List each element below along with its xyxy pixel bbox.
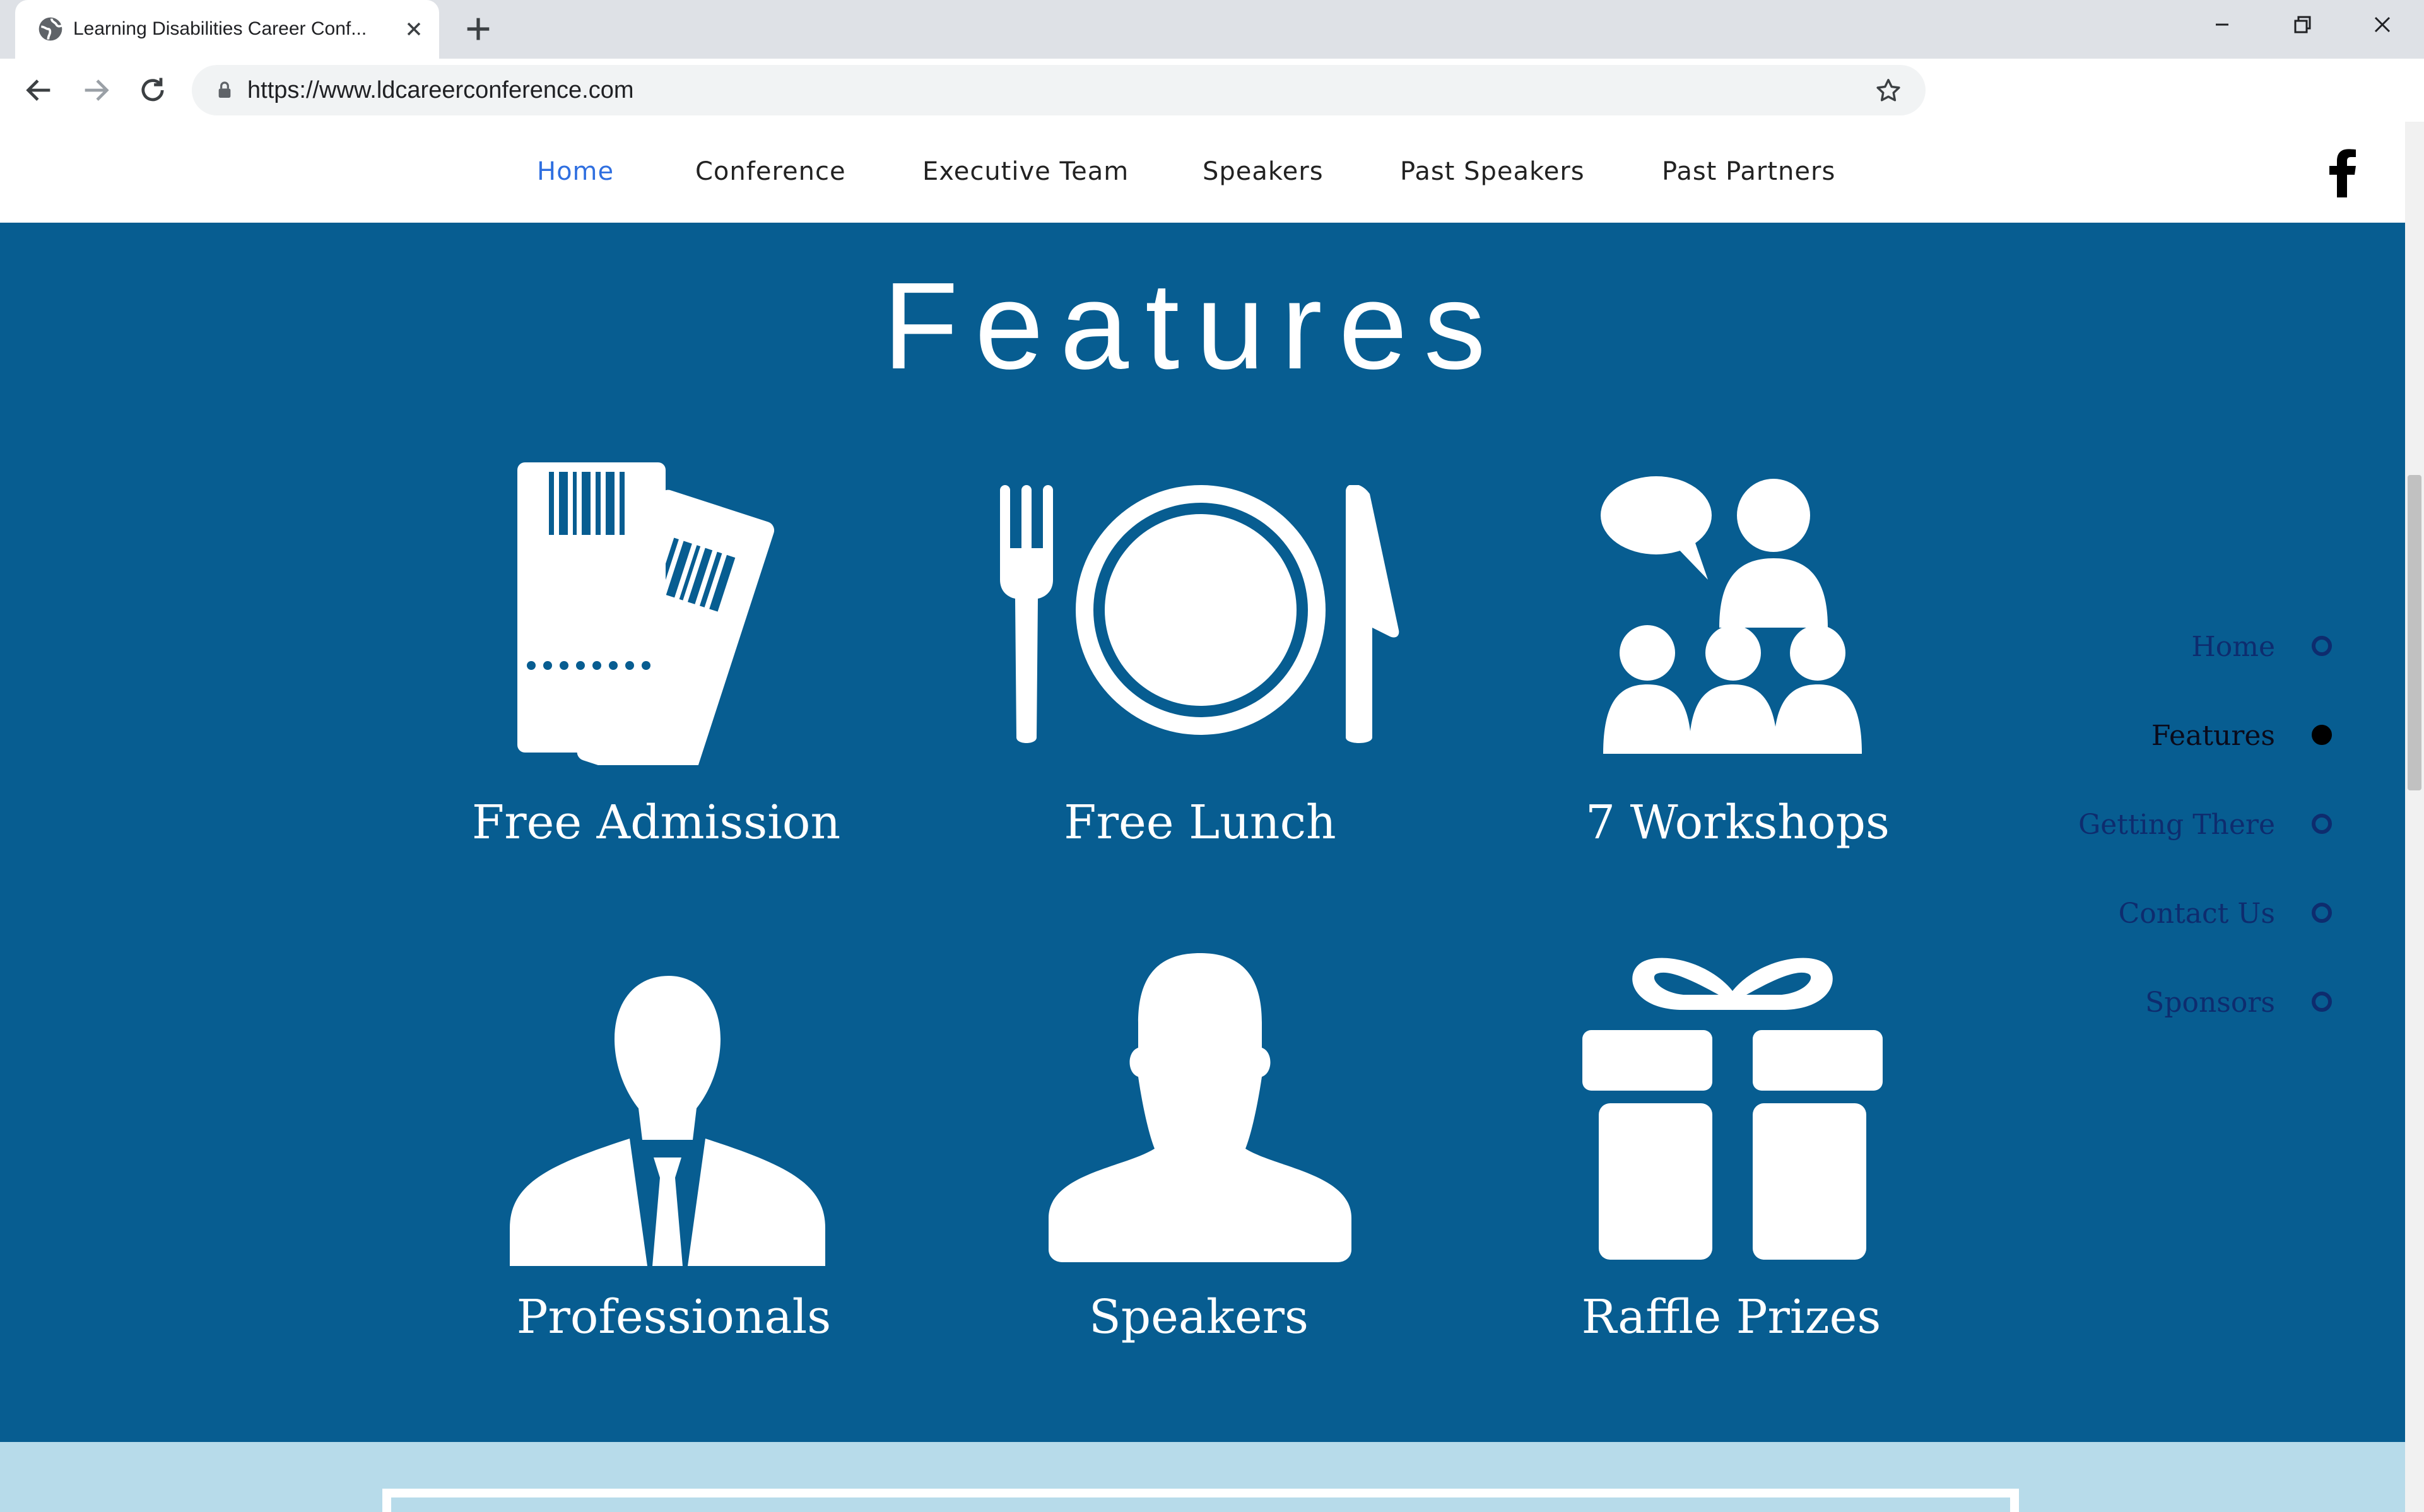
side-nav-label: Sponsors: [2145, 987, 2275, 1019]
side-nav-dot: [2312, 992, 2332, 1012]
person-silhouette-icon: [1049, 953, 1351, 1262]
nav-executive-team[interactable]: Executive Team: [922, 156, 1129, 187]
scrollbar-thumb[interactable]: [2408, 475, 2421, 790]
nav-conference[interactable]: Conference: [695, 156, 846, 187]
close-window-icon[interactable]: [2363, 9, 2401, 40]
browser-tab[interactable]: Learning Disabilities Career Conf...: [15, 0, 439, 59]
forward-arrow-icon[interactable]: [79, 74, 112, 107]
side-nav-label: Contact Us: [2118, 898, 2275, 930]
side-nav-sponsors[interactable]: Sponsors: [1956, 984, 2332, 1022]
side-nav-dot: [2312, 814, 2332, 834]
close-tab-icon[interactable]: [403, 18, 425, 40]
facebook-icon[interactable]: [2327, 147, 2358, 197]
tab-strip: Learning Disabilities Career Conf...: [0, 0, 2424, 59]
features-section: Features Free Admission Free Lunch 7 Wor…: [0, 223, 2405, 1442]
nav-home[interactable]: Home: [537, 156, 614, 187]
globe-icon: [38, 17, 63, 41]
new-tab-icon[interactable]: [462, 13, 495, 45]
section-title: Features: [883, 257, 1502, 395]
next-section: [0, 1442, 2405, 1512]
side-nav-dot: [2312, 725, 2332, 745]
side-nav-label: Getting There: [2078, 809, 2275, 841]
feature-label-professionals: Professionals: [516, 1290, 832, 1344]
side-nav-dot: [2312, 636, 2332, 656]
back-arrow-icon[interactable]: [23, 74, 56, 107]
browser-toolbar: https://www.ldcareerconference.com: [0, 59, 2424, 122]
side-nav-label: Features: [2151, 720, 2275, 752]
tab-title: Learning Disabilities Career Conf...: [73, 18, 367, 39]
feature-label-free-admission: Free Admission: [471, 795, 841, 850]
nav-past-speakers[interactable]: Past Speakers: [1400, 156, 1585, 187]
feature-label-free-lunch: Free Lunch: [1064, 795, 1336, 850]
nav-speakers[interactable]: Speakers: [1203, 156, 1324, 187]
side-nav-features[interactable]: Features: [1956, 717, 2332, 755]
side-nav-home[interactable]: Home: [1956, 628, 2332, 666]
bookmark-star-icon[interactable]: [1874, 76, 1903, 105]
feature-label-raffle-prizes: Raffle Prizes: [1581, 1290, 1881, 1344]
plate-fork-knife-icon: [1000, 485, 1399, 743]
feature-label-speakers: Speakers: [1089, 1290, 1309, 1344]
minimize-icon[interactable]: [2203, 9, 2241, 40]
side-nav-dot: [2312, 903, 2332, 923]
workshop-audience-icon: [1601, 476, 1862, 754]
browser-window: Learning Disabilities Career Conf... htt…: [0, 0, 2424, 1512]
nav-past-partners[interactable]: Past Partners: [1662, 156, 1835, 187]
address-bar[interactable]: https://www.ldcareerconference.com: [192, 65, 1926, 115]
gift-icon: [1582, 958, 1883, 1260]
side-nav-getting-there[interactable]: Getting There: [1956, 806, 2332, 844]
url-text: https://www.ldcareerconference.com: [247, 77, 634, 103]
side-nav-label: Home: [2191, 631, 2275, 663]
tickets-icon: [517, 462, 775, 765]
content-card: [382, 1489, 2019, 1512]
scrollbar[interactable]: [2405, 122, 2424, 1512]
lock-icon: [218, 81, 231, 98]
reload-icon[interactable]: [136, 74, 169, 107]
feature-label-7-workshops: 7 Workshops: [1586, 795, 1890, 850]
side-nav-contact-us[interactable]: Contact Us: [1956, 895, 2332, 933]
businessman-icon: [510, 976, 825, 1266]
site-header: Home Conference Executive Team Speakers …: [0, 122, 2405, 223]
restore-icon[interactable]: [2283, 9, 2321, 40]
